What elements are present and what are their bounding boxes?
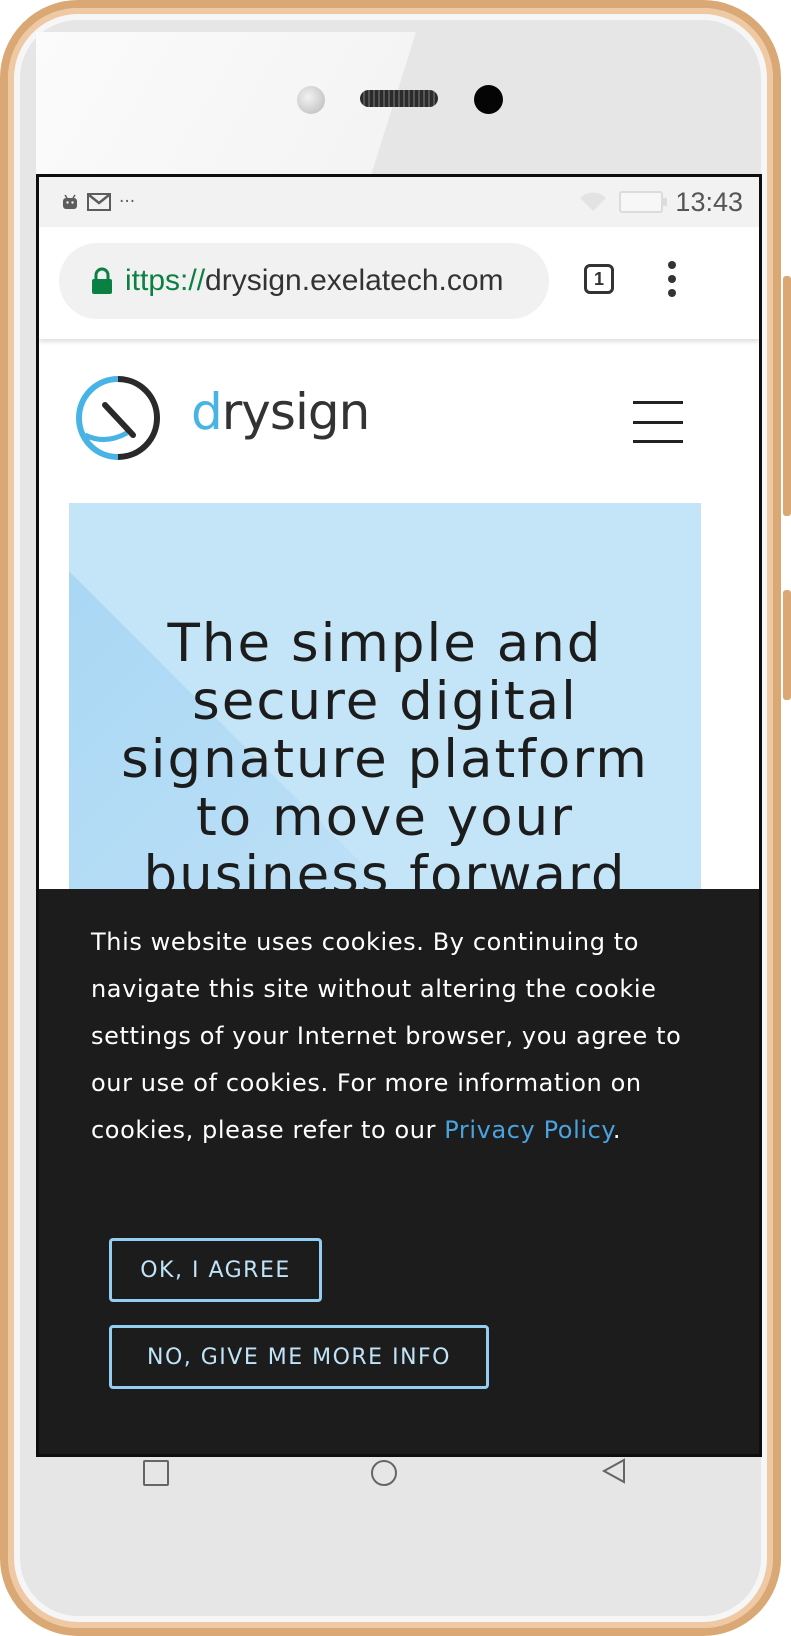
cookie-notice-text: This website uses cookies. By continuing… bbox=[91, 928, 682, 1144]
android-nav-bar bbox=[28, 1408, 768, 1538]
agree-button[interactable]: OK, I AGREE bbox=[109, 1238, 322, 1302]
back-icon[interactable] bbox=[600, 1456, 630, 1486]
proximity-sensor bbox=[474, 85, 503, 114]
power-button[interactable] bbox=[783, 590, 791, 700]
volume-button[interactable] bbox=[783, 276, 791, 516]
browser-menu-icon[interactable] bbox=[667, 261, 677, 297]
battery-icon bbox=[619, 191, 668, 213]
url-text: ittps://drysign.exelatech.com bbox=[125, 264, 504, 298]
hamburger-menu-icon[interactable] bbox=[633, 401, 683, 443]
clock: 13:43 bbox=[675, 186, 743, 217]
front-camera bbox=[297, 86, 325, 114]
lock-icon bbox=[92, 267, 112, 294]
url-scheme: ittps:// bbox=[125, 264, 206, 297]
more-info-button[interactable]: NO, GIVE ME MORE INFO bbox=[109, 1325, 489, 1389]
screen-glare bbox=[36, 32, 416, 177]
privacy-policy-link[interactable]: Privacy Policy bbox=[444, 1116, 613, 1144]
phone-frame: ··· 13:43 ittps://drysign.exelatech.com … bbox=[0, 0, 781, 1636]
url-host: drysign.exelatech.com bbox=[205, 264, 504, 297]
android-icon bbox=[63, 194, 77, 209]
status-bar: ··· 13:43 bbox=[39, 177, 759, 227]
drysign-logo-icon[interactable] bbox=[75, 375, 161, 461]
drysign-logo-wordmark[interactable]: drysign bbox=[191, 383, 370, 441]
screen: ··· 13:43 ittps://drysign.exelatech.com … bbox=[36, 174, 762, 1457]
earpiece-speaker bbox=[360, 90, 438, 107]
cookie-banner: This website uses cookies. By continuing… bbox=[39, 889, 759, 1454]
browser-toolbar: ittps://drysign.exelatech.com 1 bbox=[39, 227, 759, 339]
hero-section: The simple and secure digital signature … bbox=[69, 503, 701, 923]
overflow-notifications-icon: ··· bbox=[119, 191, 136, 212]
home-icon[interactable] bbox=[371, 1460, 397, 1486]
site-header: drysign bbox=[39, 345, 759, 505]
recents-icon[interactable] bbox=[143, 1460, 169, 1486]
wifi-icon bbox=[580, 192, 607, 211]
tab-switcher-button[interactable]: 1 bbox=[584, 264, 614, 294]
address-bar[interactable]: ittps://drysign.exelatech.com bbox=[59, 243, 549, 319]
gmail-icon bbox=[87, 193, 111, 211]
hero-title: The simple and secure digital signature … bbox=[121, 613, 649, 906]
